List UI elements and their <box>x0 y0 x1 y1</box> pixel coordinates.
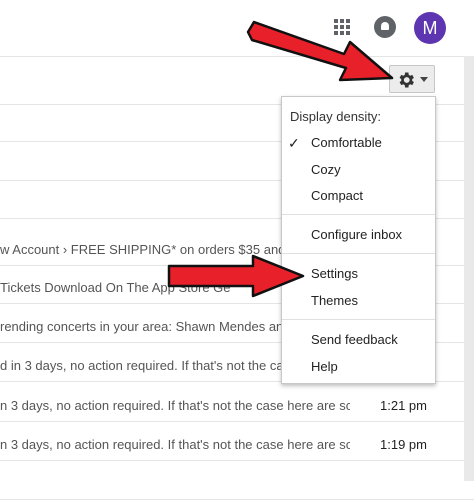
email-row[interactable] <box>0 468 474 500</box>
avatar[interactable]: M <box>414 12 446 44</box>
menu-item-themes[interactable]: Themes <box>311 293 358 308</box>
chevron-down-icon <box>420 77 428 82</box>
email-row[interactable]: n 3 days, no action required. If that's … <box>0 429 474 461</box>
checkmark-icon: ✓ <box>288 135 300 151</box>
annotation-arrow-icon <box>167 254 305 298</box>
menu-item-comfortable[interactable]: Comfortable <box>311 135 382 150</box>
menu-item-cozy[interactable]: Cozy <box>311 162 341 177</box>
header-divider <box>0 56 474 57</box>
menu-item-configure-inbox[interactable]: Configure inbox <box>311 227 402 242</box>
menu-item-send-feedback[interactable]: Send feedback <box>311 332 398 347</box>
display-density-label: Display density: <box>290 109 382 124</box>
email-time: 1:21 pm <box>380 398 427 413</box>
menu-item-compact[interactable]: Compact <box>311 188 363 203</box>
email-snippet: n 3 days, no action required. If that's … <box>0 437 350 452</box>
top-header: M <box>0 0 474 56</box>
email-row[interactable]: n 3 days, no action required. If that's … <box>0 390 474 422</box>
email-time: 1:19 pm <box>380 437 427 452</box>
menu-separator <box>282 214 435 215</box>
menu-item-help[interactable]: Help <box>311 359 338 374</box>
settings-dropdown-menu: Display density: ✓ Comfortable Cozy Comp… <box>281 96 436 384</box>
menu-item-settings[interactable]: Settings <box>311 266 358 281</box>
scrollbar[interactable] <box>464 56 474 481</box>
annotation-arrow-icon <box>246 20 394 82</box>
email-snippet: n 3 days, no action required. If that's … <box>0 398 350 413</box>
menu-separator <box>282 319 435 320</box>
